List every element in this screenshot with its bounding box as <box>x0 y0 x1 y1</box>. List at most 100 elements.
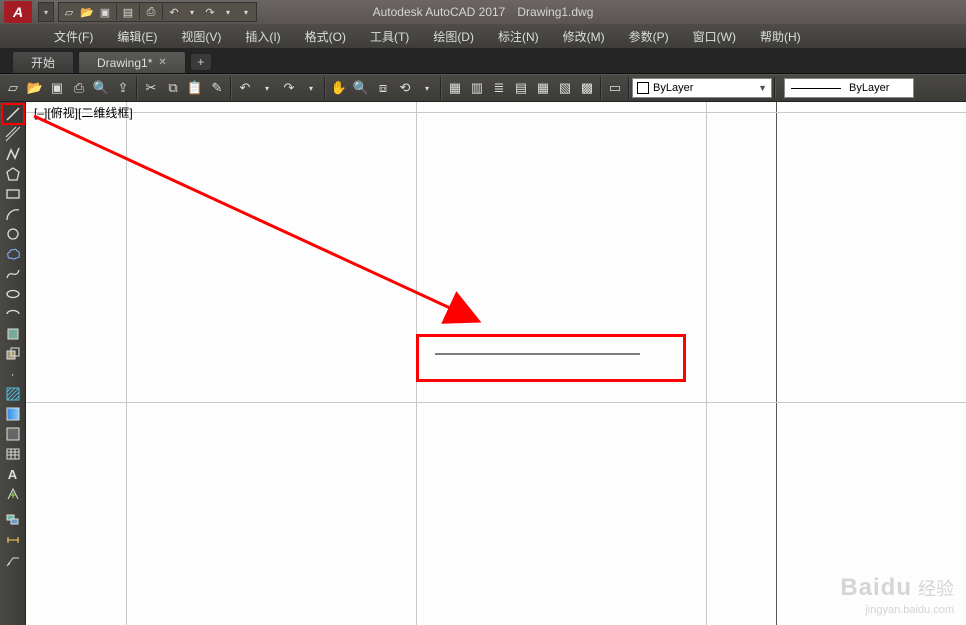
tab-new-button[interactable]: + <box>190 53 212 71</box>
insert-block-icon[interactable] <box>2 324 24 344</box>
document-tabbar: 开始 Drawing1* ✕ + <box>0 48 966 74</box>
qat-more-dd[interactable]: ▾ <box>238 4 254 20</box>
tb-open-icon[interactable]: 📂 <box>24 77 46 99</box>
menu-draw[interactable]: 绘图(D) <box>421 25 486 48</box>
tb-sheet-icon[interactable]: ▥ <box>466 77 488 99</box>
workspace: · A [–][俯视][二维线框] Baidu经验 jingyan.baidu.… <box>0 102 966 625</box>
qredo-icon[interactable]: ↷ <box>202 4 218 20</box>
circle-tool-icon[interactable] <box>2 224 24 244</box>
tb-undo-icon[interactable]: ↶ <box>234 77 256 99</box>
watermark-url: jingyan.baidu.com <box>840 603 954 617</box>
menu-dimension[interactable]: 标注(N) <box>486 25 551 48</box>
menu-tools[interactable]: 工具(T) <box>358 25 421 48</box>
tb-redo-dd[interactable]: ▾ <box>300 77 322 99</box>
menu-view[interactable]: 视图(V) <box>169 25 233 48</box>
tb-markup-icon[interactable]: ▧ <box>554 77 576 99</box>
tb-new-icon[interactable]: ▱ <box>2 77 24 99</box>
tb-preview-icon[interactable]: 🔍 <box>90 77 112 99</box>
drawing-canvas[interactable]: [–][俯视][二维线框] Baidu经验 jingyan.baidu.com <box>26 102 966 625</box>
leader-tool-icon[interactable] <box>2 550 24 570</box>
qat-customize-dropdown[interactable]: ▾ <box>38 2 54 22</box>
tab-close-icon[interactable]: ✕ <box>158 57 166 68</box>
linetype-value: ByLayer <box>849 82 889 94</box>
qredo-dd[interactable]: ▾ <box>220 4 236 20</box>
grid-axis <box>776 102 777 625</box>
tb-copy-icon[interactable]: ⧉ <box>162 77 184 99</box>
tb-undo-dd[interactable]: ▾ <box>256 77 278 99</box>
draw-toolbar: · A <box>0 102 26 625</box>
linetype-preview <box>791 88 841 89</box>
grid-line <box>706 102 707 625</box>
tb-redo-icon[interactable]: ↷ <box>278 77 300 99</box>
menu-help[interactable]: 帮助(H) <box>748 25 813 48</box>
tb-pan-icon[interactable]: ✋ <box>328 77 350 99</box>
tb-cut-icon[interactable]: ✂ <box>140 77 162 99</box>
qsave-icon[interactable]: ▣ <box>97 4 113 20</box>
menu-insert[interactable]: 插入(I) <box>233 25 292 48</box>
mtext-tool-icon[interactable]: A <box>2 464 24 484</box>
tb-zoom-prev-icon[interactable]: ⟲ <box>394 77 416 99</box>
make-block-icon[interactable] <box>2 344 24 364</box>
qundo-dd[interactable]: ▾ <box>184 4 200 20</box>
construction-line-icon[interactable] <box>2 124 24 144</box>
menu-format[interactable]: 格式(O) <box>293 25 358 48</box>
tb-properties-icon[interactable]: ▦ <box>444 77 466 99</box>
color-dropdown[interactable]: ByLayer ▼ <box>632 78 772 98</box>
dimension-tool-icon[interactable] <box>2 530 24 550</box>
tb-paste-icon[interactable]: 📋 <box>184 77 206 99</box>
menu-file[interactable]: 文件(F) <box>42 25 105 48</box>
standard-toolbar: ▱ 📂 ▣ ⎙ 🔍 ⇪ ✂ ⧉ 📋 ✎ ↶ ▾ ↷ ▾ ✋ 🔍 ⧈ ⟲ ▾ ▦ … <box>0 74 966 102</box>
grid-line <box>26 402 966 403</box>
tb-zoom-dd[interactable]: ▾ <box>416 77 438 99</box>
linetype-dropdown[interactable]: ByLayer <box>784 78 914 98</box>
tb-block-icon[interactable]: ▦ <box>532 77 554 99</box>
tb-zoom-win-icon[interactable]: ⧈ <box>372 77 394 99</box>
viewport-label[interactable]: [–][俯视][二维线框] <box>34 104 133 121</box>
addselected-icon[interactable] <box>2 484 24 504</box>
menu-parametric[interactable]: 参数(P) <box>617 25 681 48</box>
polyline-tool-icon[interactable] <box>2 144 24 164</box>
color-swatch <box>637 82 649 94</box>
menu-window[interactable]: 窗口(W) <box>681 25 748 48</box>
app-logo[interactable]: A <box>4 1 32 23</box>
tb-save-icon[interactable]: ▣ <box>46 77 68 99</box>
tb-layer-icon[interactable]: ≣ <box>488 77 510 99</box>
tb-match-icon[interactable]: ✎ <box>206 77 228 99</box>
menu-edit[interactable]: 编辑(E) <box>105 25 169 48</box>
annotation-highlight-box <box>416 334 686 382</box>
point-tool-icon[interactable]: · <box>2 364 24 384</box>
watermark-brand: Baidu <box>840 574 912 601</box>
qnew-icon[interactable]: ▱ <box>61 4 77 20</box>
tb-cleanscreen-icon[interactable]: ▭ <box>604 77 626 99</box>
spline-tool-icon[interactable] <box>2 264 24 284</box>
qundo-icon[interactable]: ↶ <box>166 4 182 20</box>
table-tool-icon[interactable] <box>2 444 24 464</box>
revision-cloud-icon[interactable] <box>2 244 24 264</box>
tb-tool-icon[interactable]: ▤ <box>510 77 532 99</box>
tab-start[interactable]: 开始 <box>12 51 74 73</box>
polygon-tool-icon[interactable] <box>2 164 24 184</box>
tb-qcalc-icon[interactable]: ▩ <box>576 77 598 99</box>
ellipse-arc-icon[interactable] <box>2 304 24 324</box>
rectangle-tool-icon[interactable] <box>2 184 24 204</box>
window-title: Autodesk AutoCAD 2017 Drawing1.dwg <box>373 5 594 19</box>
tab-drawing1[interactable]: Drawing1* ✕ <box>78 51 186 73</box>
line-tool-icon[interactable] <box>2 104 24 124</box>
qplot-icon[interactable]: ⎙ <box>143 4 159 20</box>
quick-access-toolbar: ▱ 📂 ▣ ▤ ⎙ ↶ ▾ ↷ ▾ ▾ <box>58 2 257 22</box>
tb-zoom-rt-icon[interactable]: 🔍 <box>350 77 372 99</box>
qopen-icon[interactable]: 📂 <box>79 4 95 20</box>
hatch-tool-icon[interactable] <box>2 384 24 404</box>
color-value: ByLayer <box>653 82 693 94</box>
menu-modify[interactable]: 修改(M) <box>551 25 617 48</box>
ellipse-tool-icon[interactable] <box>2 284 24 304</box>
tb-plot-icon[interactable]: ⎙ <box>68 77 90 99</box>
qsaveas-icon[interactable]: ▤ <box>120 4 136 20</box>
tb-publish-icon[interactable]: ⇪ <box>112 77 134 99</box>
tab-label: Drawing1* <box>97 56 152 70</box>
region-tool-icon[interactable] <box>2 424 24 444</box>
app-name: Autodesk AutoCAD 2017 <box>373 5 506 19</box>
gradient-tool-icon[interactable] <box>2 404 24 424</box>
arc-tool-icon[interactable] <box>2 204 24 224</box>
layer-states-icon[interactable] <box>2 510 24 530</box>
